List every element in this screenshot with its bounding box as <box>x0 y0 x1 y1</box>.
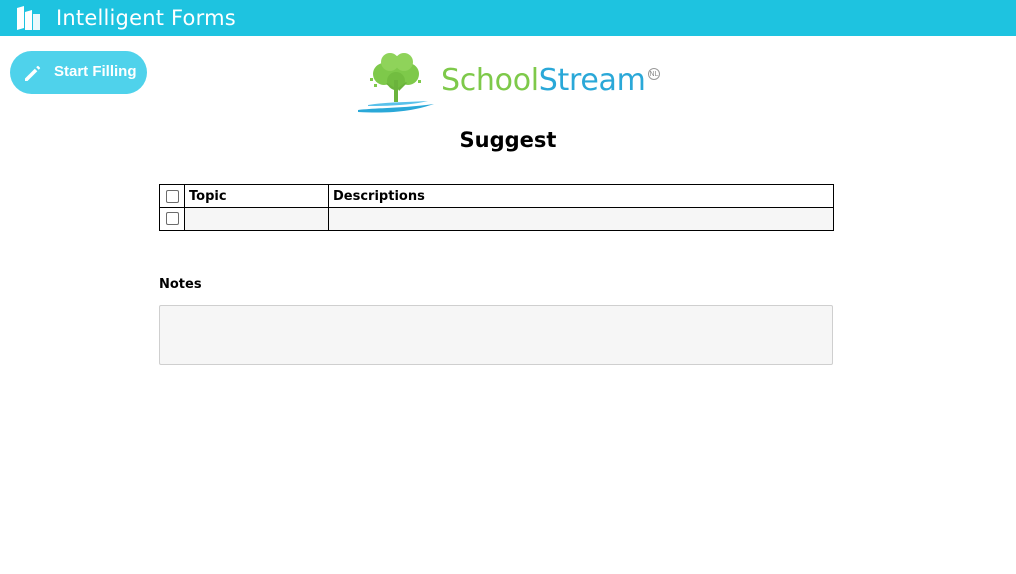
suggestion-table: Topic Descriptions <box>159 184 834 231</box>
tree-river-icon <box>358 53 434 113</box>
page-title: Suggest <box>459 128 557 152</box>
column-header-descriptions: Descriptions <box>328 184 834 208</box>
brand-name-stream: Stream <box>538 63 646 98</box>
start-filling-label: Start Filling <box>54 63 137 80</box>
book-logo-icon <box>17 6 40 30</box>
select-all-cell <box>159 184 185 208</box>
brand-trademark: NL <box>648 68 660 80</box>
row-checkbox[interactable] <box>165 212 179 226</box>
app-header: Intelligent Forms <box>0 0 1016 36</box>
notes-field[interactable] <box>159 305 833 365</box>
column-header-topic: Topic <box>184 184 329 208</box>
brand-name: SchoolStream <box>441 63 646 98</box>
row-select-cell <box>159 207 185 231</box>
topic-cell[interactable] <box>184 207 329 231</box>
brand-logo: SchoolStream NL <box>356 48 666 116</box>
start-filling-button[interactable]: Start Filling <box>10 51 147 94</box>
table-row <box>159 207 834 231</box>
description-cell[interactable] <box>328 207 834 231</box>
select-all-checkbox[interactable] <box>165 189 179 203</box>
pencil-icon <box>25 65 41 81</box>
table-header-row: Topic Descriptions <box>159 184 834 208</box>
notes-label: Notes <box>159 277 202 292</box>
brand-name-school: School <box>441 63 539 98</box>
app-title: Intelligent Forms <box>56 6 236 30</box>
